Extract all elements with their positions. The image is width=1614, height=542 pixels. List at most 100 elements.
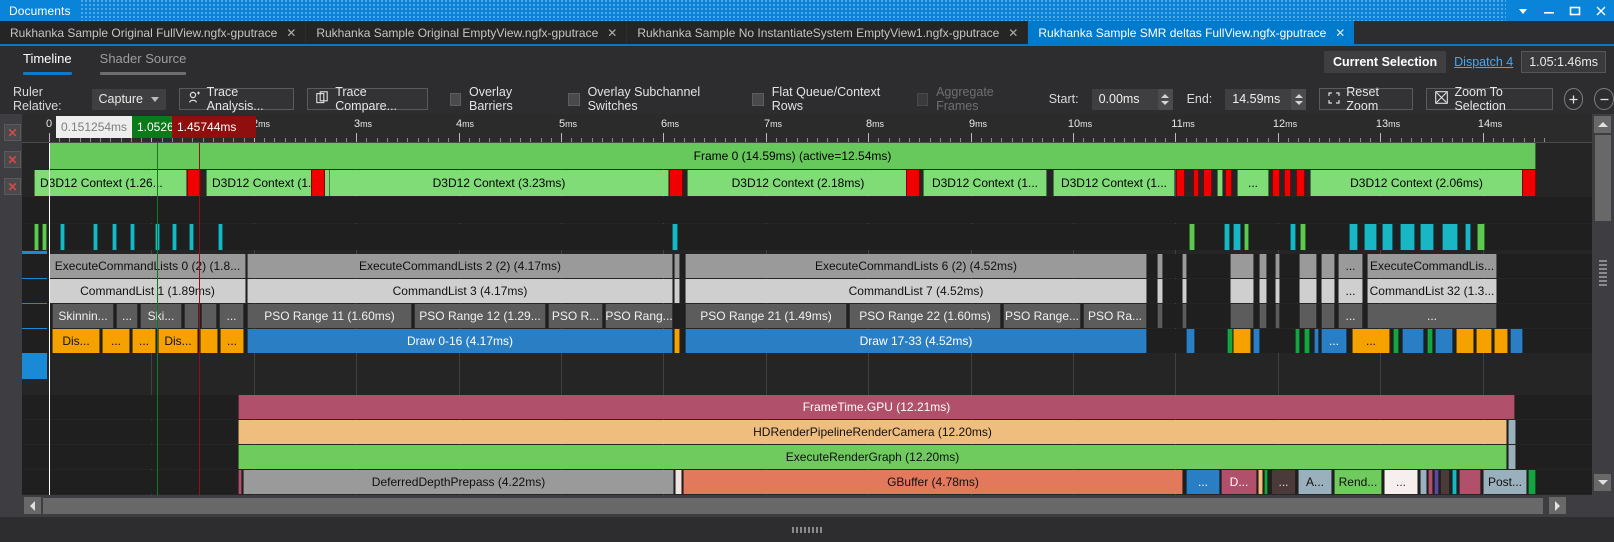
timeline-bar[interactable]: PSO R... xyxy=(548,304,603,328)
timeline-bar[interactable]: D... xyxy=(1221,470,1257,494)
timeline-bar[interactable]: HDRenderPipelineRenderCamera (12.20ms) xyxy=(238,420,1507,444)
timeline-bar[interactable] xyxy=(1321,254,1335,278)
toolbar-checkbox[interactable]: Flat Queue/Context Rows xyxy=(752,85,894,113)
document-tab[interactable]: Rukhanka Sample No InstantiateSystem Emp… xyxy=(627,21,1029,44)
close-row-context-button[interactable]: ✕ xyxy=(4,151,21,168)
timeline-bar[interactable] xyxy=(1253,329,1260,353)
timeline-bar[interactable]: ... xyxy=(132,329,156,353)
timeline-bar[interactable]: Frame 0 (14.59ms) (active=12.54ms) xyxy=(49,143,1536,169)
timeline-bar[interactable]: FrameTime.GPU (12.21ms) xyxy=(238,395,1515,419)
ruler-relative-select[interactable]: Capture xyxy=(91,88,166,110)
timeline-bar[interactable] xyxy=(1182,304,1187,328)
timeline-bar[interactable] xyxy=(1299,279,1317,303)
reset-zoom-button[interactable]: Reset Zoom xyxy=(1319,85,1414,113)
timeline-bar[interactable]: Draw 0-16 (4.17ms) xyxy=(247,329,673,353)
timeline-canvas[interactable]: Frame 0 (14.59ms) (active=12.54ms) D3D12 … xyxy=(22,143,1592,495)
end-stepper[interactable]: 14.59ms xyxy=(1225,88,1307,110)
timeline-bar[interactable]: CommandList 3 (4.17ms) xyxy=(247,279,673,303)
timeline-bar[interactable]: Dis... xyxy=(158,329,198,353)
timeline-bar[interactable] xyxy=(1272,170,1280,196)
timeline-bar[interactable] xyxy=(218,224,223,250)
timeline-bar[interactable]: PSO Range 12 (1.29... xyxy=(414,304,546,328)
trace-compare-button[interactable]: Trace Compare... xyxy=(307,85,428,113)
timeline-bar[interactable] xyxy=(669,170,683,196)
timeline-bar[interactable]: Post... xyxy=(1483,470,1527,494)
marker-green[interactable] xyxy=(157,143,158,495)
timeline-bar[interactable]: Skinnin... xyxy=(52,304,114,328)
timeline-bar[interactable] xyxy=(1182,279,1187,303)
timeline-bar[interactable]: ... xyxy=(1352,329,1390,353)
timeline-bar[interactable] xyxy=(1420,470,1427,494)
timeline-bar[interactable] xyxy=(1435,329,1453,353)
timeline-bar[interactable]: A... xyxy=(1298,470,1332,494)
timeline-bar[interactable] xyxy=(93,224,98,250)
timeline-bar[interactable] xyxy=(1508,445,1516,469)
timeline-bar[interactable] xyxy=(906,170,920,196)
timeline-bar[interactable] xyxy=(311,170,325,196)
timeline-bar[interactable]: D3D12 Context (1... xyxy=(923,170,1047,196)
timeline-bar[interactable]: CommandList 7 (4.52ms) xyxy=(685,279,1147,303)
timeline-bar[interactable]: Ski... xyxy=(140,304,182,328)
playhead-white[interactable] xyxy=(49,143,50,495)
ruler-marker[interactable]: 1.45744ms xyxy=(172,116,256,138)
timeline-bar[interactable] xyxy=(1393,329,1399,353)
timeline-bar[interactable]: ExecuteCommandLists 2 (2) (4.17ms) xyxy=(247,254,673,278)
timeline-bar[interactable] xyxy=(674,329,680,353)
timeline-bar[interactable] xyxy=(1230,254,1254,278)
timeline-bar[interactable]: ... xyxy=(1271,470,1296,494)
mode-tab[interactable]: Timeline xyxy=(16,48,79,75)
zoom-in-button[interactable] xyxy=(1563,88,1584,110)
document-tab[interactable]: Rukhanka Sample Original FullView.ngfx-g… xyxy=(0,21,307,44)
timeline-bar[interactable] xyxy=(1203,170,1212,196)
timeline-bar[interactable] xyxy=(1528,470,1536,494)
close-icon[interactable]: ✕ xyxy=(286,26,296,40)
timeline-bar[interactable]: ... xyxy=(102,329,130,353)
timeline-bar[interactable] xyxy=(60,224,65,250)
timeline-bar[interactable]: PSO Range... xyxy=(1003,304,1081,328)
timeline-bar[interactable]: ExecuteCommandLis... xyxy=(1367,254,1497,278)
timeline-bar[interactable] xyxy=(130,224,135,250)
timeline-bar[interactable] xyxy=(112,224,117,250)
timeline-bar[interactable] xyxy=(1459,470,1481,494)
timeline-bar[interactable] xyxy=(1314,329,1319,353)
timeline-bar[interactable] xyxy=(1275,304,1280,328)
close-row-frame-button[interactable]: ✕ xyxy=(4,124,21,141)
document-tab[interactable]: Rukhanka Sample Original EmptyView.ngfx-… xyxy=(306,21,628,44)
start-stepper-arrows[interactable] xyxy=(1157,88,1173,110)
timeline-bar[interactable] xyxy=(1193,170,1199,196)
close-icon[interactable]: ✕ xyxy=(607,26,617,40)
timeline-bar[interactable] xyxy=(1264,470,1268,494)
timeline-bar[interactable] xyxy=(1477,224,1485,250)
timeline-bar[interactable] xyxy=(1176,170,1185,196)
timeline-bar[interactable] xyxy=(1182,254,1187,278)
timeline-bar[interactable]: D3D12 Context (1.26... xyxy=(34,170,187,196)
timeline-bar[interactable]: ... xyxy=(1384,470,1418,494)
timeline-bar[interactable]: PSO Range 22 (1.60ms) xyxy=(849,304,1001,328)
timeline-bar[interactable] xyxy=(1230,279,1254,303)
timeline-bar[interactable] xyxy=(674,279,680,303)
timeline-bar[interactable]: ... xyxy=(1186,470,1220,494)
close-icon[interactable]: ✕ xyxy=(1008,26,1018,40)
timeline-bar[interactable] xyxy=(1230,304,1254,328)
timeline-bar[interactable] xyxy=(1382,224,1393,250)
timeline-bar[interactable] xyxy=(1258,470,1263,494)
timeline-bar[interactable] xyxy=(1259,304,1267,328)
maximize-button[interactable] xyxy=(1562,0,1588,21)
timeline-bar[interactable] xyxy=(674,254,680,278)
scroll-up-button[interactable] xyxy=(1594,116,1611,133)
timeline-bar[interactable] xyxy=(1225,170,1232,196)
zoom-out-button[interactable] xyxy=(1594,88,1614,110)
timeline-bar[interactable]: PSO Rang... xyxy=(605,304,673,328)
timeline-bar[interactable] xyxy=(1494,329,1508,353)
vertical-scroll-grip[interactable] xyxy=(1599,260,1607,288)
timeline-bar[interactable] xyxy=(1299,254,1317,278)
timeline-bar[interactable] xyxy=(1224,224,1230,250)
timeline-bar[interactable]: ... xyxy=(1367,304,1497,328)
timeline-bar[interactable] xyxy=(1233,224,1241,250)
timeline-bar[interactable] xyxy=(189,224,194,250)
scroll-left-button[interactable] xyxy=(24,497,41,514)
timeline-vertical-scrollbar[interactable] xyxy=(1592,114,1614,495)
timeline-bar[interactable] xyxy=(1427,329,1433,353)
timeline-bar[interactable]: Draw 17-33 (4.52ms) xyxy=(685,329,1147,353)
timeline-bar[interactable] xyxy=(1522,170,1536,196)
